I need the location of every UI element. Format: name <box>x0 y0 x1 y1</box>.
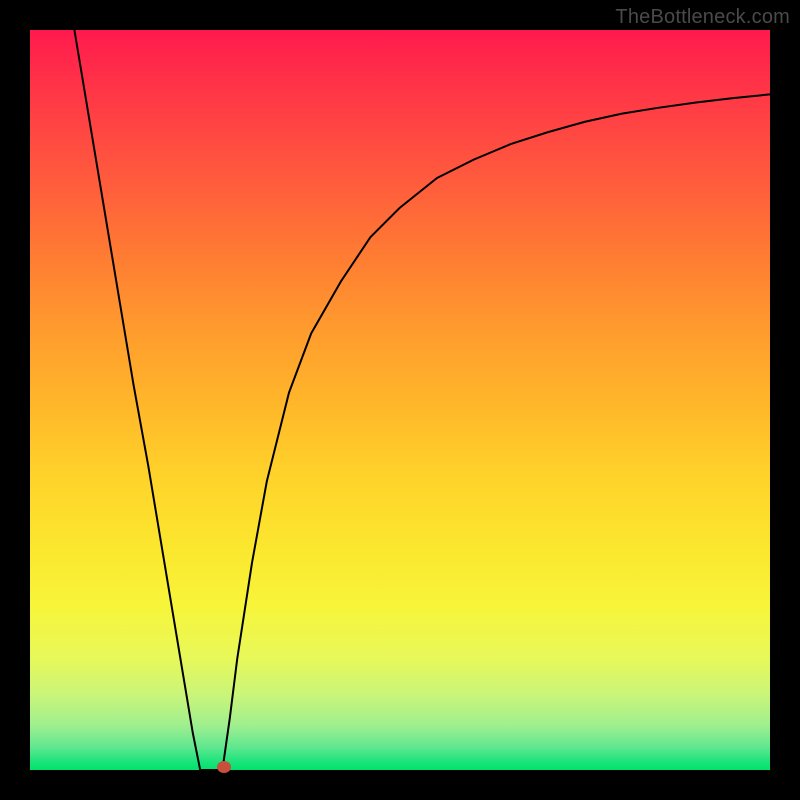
chart-frame: TheBottleneck.com <box>0 0 800 800</box>
bottleneck-curve <box>74 30 770 770</box>
plot-area <box>30 30 770 770</box>
optimum-marker-icon <box>217 761 231 773</box>
curve-svg <box>30 30 770 770</box>
watermark-label: TheBottleneck.com <box>615 6 790 29</box>
